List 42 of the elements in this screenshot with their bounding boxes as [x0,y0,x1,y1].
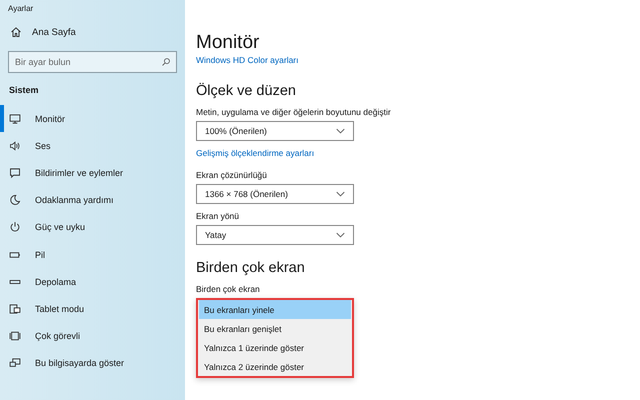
field-label: Ekran çözünürlüğü [196,169,268,181]
search-field[interactable]: Bir ayar bulun [8,51,177,73]
field-label: Metin, uygulama ve diğer öğelerin boyutunu değiştir [196,106,392,118]
sidebar-item[interactable]: Tablet modu [0,295,185,322]
sidebar-item[interactable]: Bildirimler ve eylemler [0,159,185,187]
search-icon [161,57,171,67]
tablet-icon [9,302,21,315]
dropdown-option[interactable]: Bu ekranları genişlet [199,319,351,338]
hd-color-link[interactable]: Windows HD Color ayarları [196,54,640,66]
message-icon [9,166,21,179]
advanced-scaling-link[interactable]: Gelişmiş ölçeklendirme ayarları [196,147,640,159]
power-icon [9,221,21,234]
section-heading: Ölçek ve düzen [196,82,297,100]
dropdown-option[interactable]: Yalnızca 2 üzerinde göster [199,357,351,376]
window-title: Ayarlar [7,3,34,15]
home-link[interactable]: Ana Sayfa [0,18,185,46]
chevron-icon [336,128,345,134]
dropdown[interactable]: Yatay [196,225,354,245]
sidebar-item[interactable]: Bu bilgisayarda göster [0,350,185,377]
sidebar-item[interactable]: Pil [0,240,185,268]
chevron-icon [336,191,345,197]
dropdown[interactable]: 100% (Önerilen) [196,121,354,141]
dropdown-option[interactable]: Bu ekranları yinele [199,300,351,319]
sidebar-item[interactable]: Güç ve uyku [0,214,185,241]
section-heading: Birden çok ekran [196,259,306,277]
home-icon [10,26,22,38]
sidebar-item[interactable]: Çok görevli [0,322,185,350]
sidebar-item[interactable]: Ses [0,132,185,160]
sidebar-item[interactable]: Depolama [0,268,185,296]
multitask-icon [9,330,21,342]
chevron-icon [336,232,345,238]
speaker-icon [9,140,21,152]
project-icon [9,357,21,370]
sidebar-item[interactable]: Odaklanma yardımı [0,186,185,214]
dropdown[interactable]: 1366 × 768 (Önerilen) [196,184,354,204]
field-label: Birden çok ekran [196,283,261,295]
moon-icon [9,194,21,206]
dropdown-option[interactable]: Yalnızca 1 üzerinde göster [199,338,351,357]
field-label: Ekran yönü [196,210,240,222]
page-title: Monitör [196,32,260,54]
section-heading: Sistem [8,84,40,97]
monitor-icon [9,112,21,125]
